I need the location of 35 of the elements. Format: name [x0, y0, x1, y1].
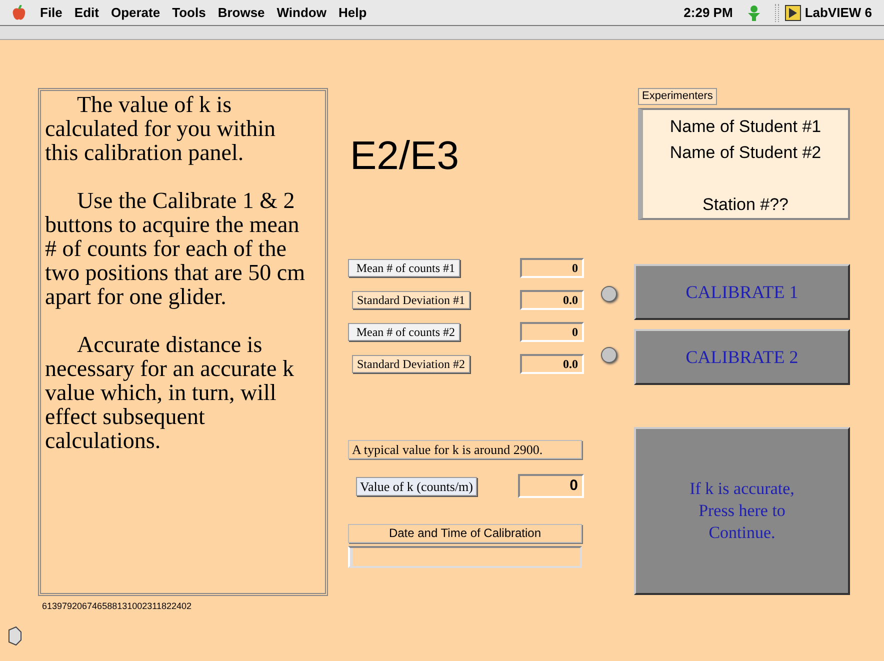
measurement-value: 0.0 — [520, 354, 584, 374]
menu-item[interactable]: Operate — [110, 2, 160, 22]
measurement-value: 0.0 — [520, 290, 584, 310]
experimenter-line: Name of Student #2 — [670, 142, 822, 164]
app-icon[interactable] — [784, 4, 801, 20]
measurement-label: Mean # of counts #2 — [348, 323, 460, 341]
measurement-label: Mean # of counts #1 — [348, 259, 460, 277]
menu-item[interactable]: Help — [338, 2, 367, 22]
experimenter-line: Name of Student #1 — [670, 116, 822, 138]
calibration-time-label: Date and Time of Calibration — [348, 524, 582, 543]
measurement-value: 0 — [520, 258, 584, 278]
serial-number: 613979206746588131002311822402 — [42, 600, 192, 613]
menu-item[interactable]: Window — [276, 2, 326, 22]
menu-item[interactable]: Tools — [172, 2, 206, 22]
typical-value-note: A typical value for k is around 2900. — [348, 440, 582, 459]
k-value-label: Value of k (counts/m) — [356, 476, 478, 496]
experimenter-line: Station #?? — [702, 194, 788, 216]
calibration-time-field[interactable] — [348, 546, 582, 568]
experimenters-label: Experimenters — [638, 88, 717, 105]
scroll-tab-icon[interactable] — [8, 626, 22, 646]
panel-title: E2/E3 — [350, 134, 460, 178]
measurement-label: Standard Deviation #1 — [352, 291, 470, 309]
apple-icon[interactable] — [12, 4, 26, 20]
instruction-paragraph: Accurate distance is necessary for an accurate k value which, in turn, will effect subsequent calculations. — [45, 333, 296, 453]
menu-item[interactable]: Edit — [74, 2, 99, 22]
k-value-field: 0 — [518, 474, 584, 498]
menu-item[interactable]: File — [40, 2, 62, 22]
instruction-paragraph: The value of k is calculated for you within this calibration panel. — [45, 93, 277, 165]
app-name[interactable]: LabVIEW 6 — [804, 2, 872, 22]
clock: 2:29 PM — [684, 4, 733, 22]
figure-icon[interactable] — [746, 4, 761, 20]
menu-item[interactable]: Browse — [218, 2, 265, 22]
measurement-value: 0 — [520, 322, 584, 342]
instruction-paragraph: Use the Calibrate 1 & 2 buttons to acquire the mean # of counts for each of the two positions that are 50 cm apart for one glider. — [45, 189, 306, 309]
measurement-label: Standard Deviation #2 — [352, 355, 470, 373]
